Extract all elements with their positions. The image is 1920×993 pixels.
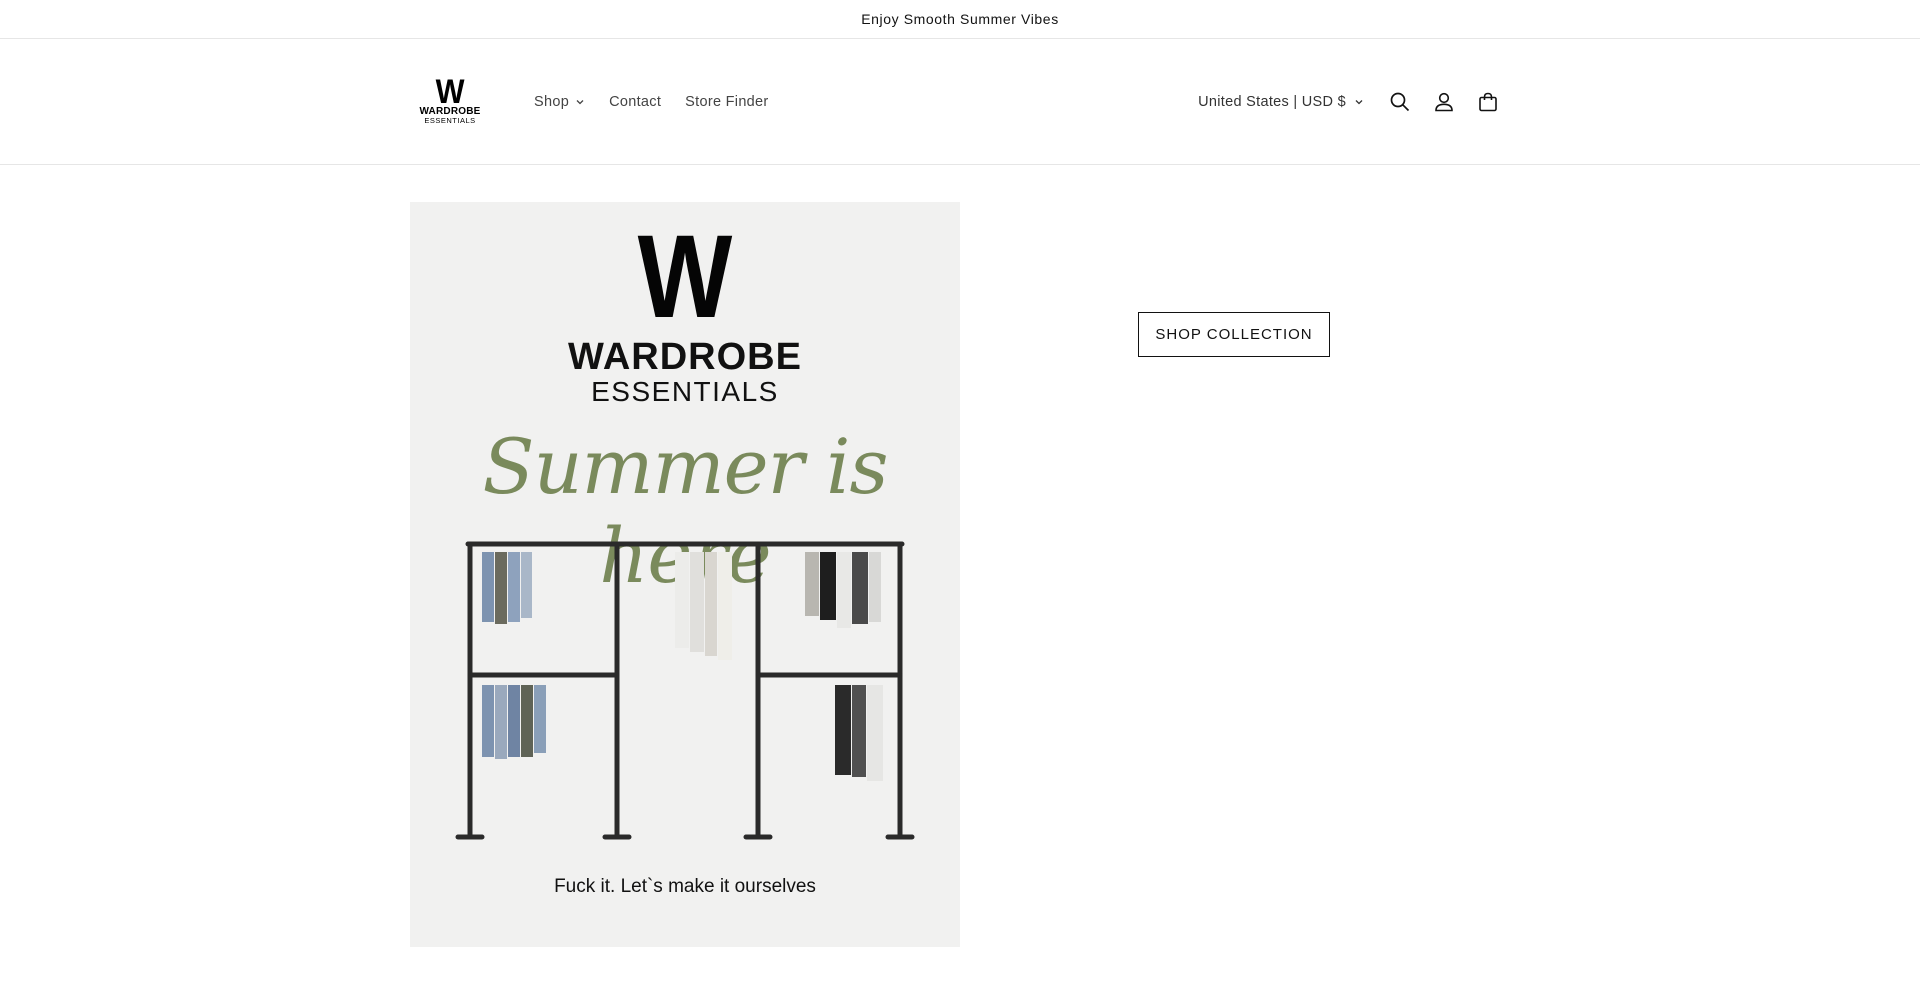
clothing-rack-illustration [455, 541, 915, 840]
announcement-text: Enjoy Smooth Summer Vibes [861, 11, 1059, 27]
search-button[interactable] [1378, 80, 1422, 124]
announcement-bar: Enjoy Smooth Summer Vibes [0, 0, 1920, 39]
nav-item-contact-label: Contact [609, 93, 662, 110]
hero-tagline: Fuck it. Let`s make it ourselves [554, 876, 816, 897]
hero-image: W WARDROBE ESSENTIALS Summer is here [410, 202, 960, 947]
cart-button[interactable] [1466, 80, 1510, 124]
logo-line2: ESSENTIALS [424, 116, 476, 125]
main-nav: Shop Contact Store Finder [534, 94, 769, 110]
hero-brand-line2: ESSENTIALS [591, 376, 779, 407]
account-button[interactable] [1422, 80, 1466, 124]
nav-item-shop-label: Shop [534, 93, 570, 110]
locale-selector[interactable]: United States | USD $ [1198, 94, 1364, 110]
cart-icon [1479, 92, 1497, 111]
hero-brand-line1: WARDROBE [568, 336, 802, 378]
logo-letter: W [435, 73, 465, 111]
hero-logo-letter: W [637, 211, 733, 343]
nav-item-shop[interactable]: Shop [534, 94, 585, 110]
locale-label: United States | USD $ [1198, 93, 1346, 110]
account-icon [1435, 92, 1453, 111]
site-logo[interactable]: W WARDROBE ESSENTIALS [410, 72, 490, 132]
nav-item-store-finder[interactable]: Store Finder [685, 94, 768, 110]
shop-collection-button[interactable]: SHOP COLLECTION [1138, 312, 1330, 357]
chevron-down-icon [576, 99, 584, 104]
nav-item-contact[interactable]: Contact [609, 94, 661, 110]
nav-item-store-finder-label: Store Finder [685, 93, 769, 110]
chevron-down-icon [1355, 99, 1363, 104]
site-header: W WARDROBE ESSENTIALS Shop Contact Store… [0, 39, 1920, 165]
search-icon [1390, 92, 1410, 111]
